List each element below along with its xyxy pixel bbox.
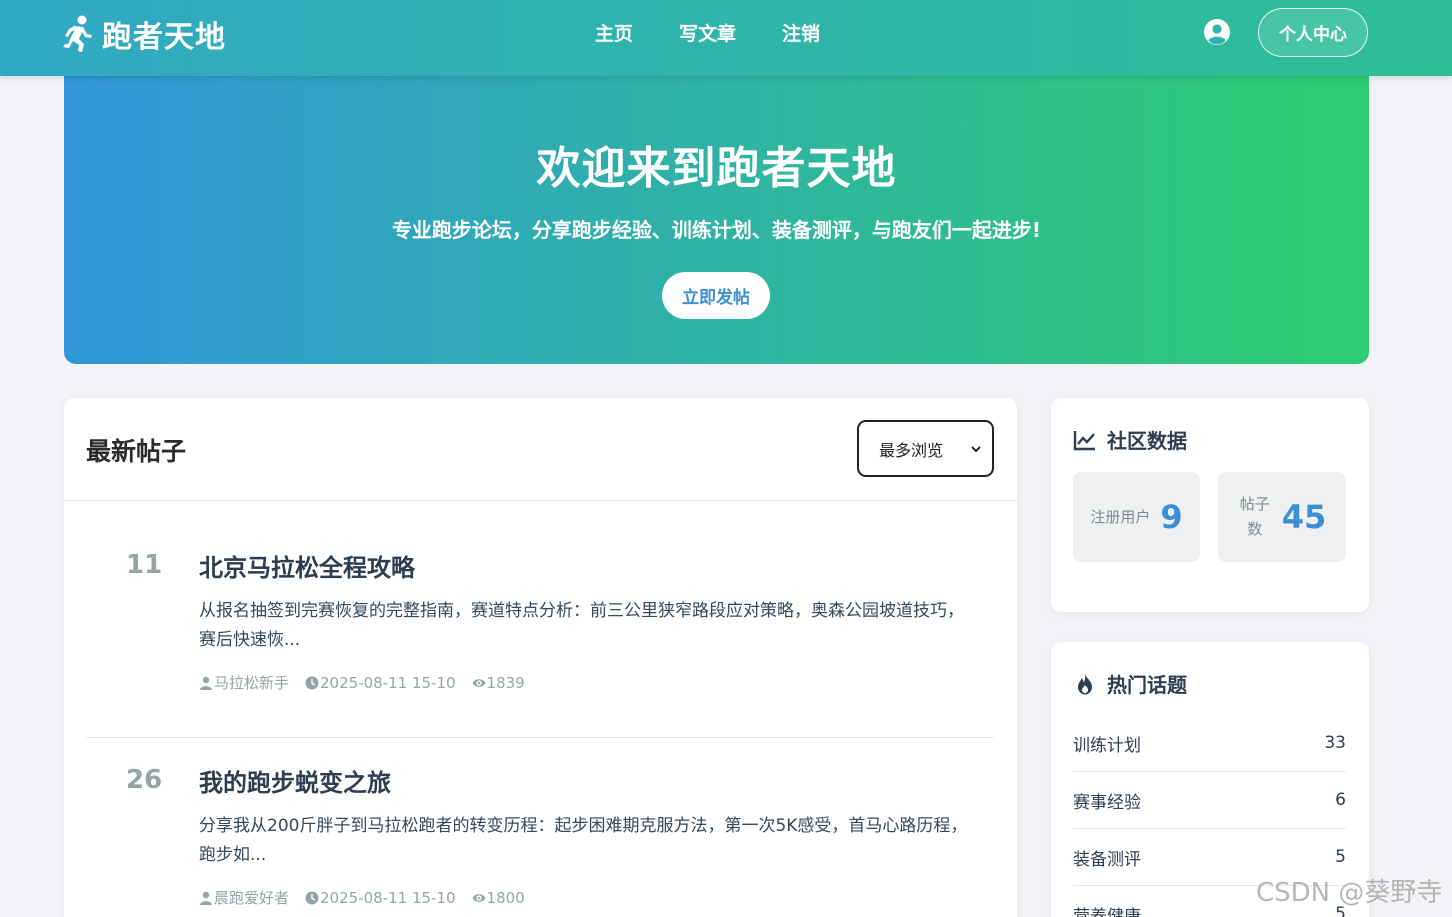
brand-name: 跑者天地 <box>102 20 226 55</box>
stat-value: 45 <box>1281 498 1327 536</box>
new-post-button[interactable]: 立即发帖 <box>662 272 770 319</box>
chart-line-icon <box>1073 430 1095 450</box>
sort-selected-value: 最多浏览 <box>879 440 944 460</box>
post-excerpt: 从报名抽签到完赛恢复的完整指南，赛道特点分析：前三公里狭窄路段应对策略，奥森公园… <box>199 601 964 650</box>
posts-title: 最新帖子 <box>86 437 187 466</box>
runner-icon <box>63 15 92 52</box>
watermark: CSDN @葵野寺 <box>1256 878 1443 908</box>
post-views: 1800 <box>472 887 525 908</box>
post-title-link[interactable]: 我的跑步蜕变之旅 <box>199 763 391 798</box>
post-item[interactable]: 26 我的跑步蜕变之旅 分享我从200斤胖子到马拉松跑者的转变历程：起步困难期克… <box>86 743 994 917</box>
post-author[interactable]: 马拉松新手 <box>199 672 289 693</box>
profile-button[interactable]: 个人中心 <box>1258 8 1368 57</box>
post-meta: 晨跑爱好者 2025-08-11 15-10 1800 <box>199 887 525 908</box>
topic-name: 装备测评 <box>1073 849 1141 870</box>
nav-link-logout[interactable]: 注销 <box>759 20 843 48</box>
stats-title: 社区数据 <box>1073 425 1187 454</box>
nav-link-write[interactable]: 写文章 <box>656 20 759 48</box>
topic-item[interactable]: 训练计划 33 <box>1073 715 1346 772</box>
topic-name: 赛事经验 <box>1073 792 1141 813</box>
post-excerpt: 分享我从200斤胖子到马拉松跑者的转变历程：起步困难期克服方法，第一次5K感受，… <box>199 816 968 865</box>
hero-title: 欢迎来到跑者天地 <box>536 143 897 194</box>
stat-label: 帖子数 <box>1239 495 1270 538</box>
eye-icon <box>472 678 486 687</box>
topic-count: 33 <box>1324 733 1346 753</box>
post-item[interactable]: 11 北京马拉松全程攻略 从报名抽签到完赛恢复的完整指南，赛道特点分析：前三公里… <box>86 528 994 738</box>
post-title-link[interactable]: 北京马拉松全程攻略 <box>199 548 415 583</box>
latest-posts-card: 最新帖子 最多浏览 11 北京马拉松全程攻略 从报名抽签到完赛恢复的完整指南，赛… <box>64 398 1017 917</box>
fire-icon <box>1078 673 1092 694</box>
post-date: 2025-08-11 15-10 <box>305 887 456 908</box>
nav-link-home[interactable]: 主页 <box>572 20 656 48</box>
clock-icon <box>305 891 319 904</box>
community-stats-card: 社区数据 注册用户 9 帖子数 45 <box>1051 398 1369 612</box>
eye-icon <box>472 893 486 902</box>
topic-item[interactable]: 赛事经验 6 <box>1073 772 1346 829</box>
clock-icon <box>305 676 319 689</box>
nav-links: 主页 写文章 注销 <box>572 20 843 48</box>
stat-value: 9 <box>1160 498 1183 536</box>
stat-registered-users: 注册用户 9 <box>1073 472 1200 562</box>
user-avatar-icon[interactable] <box>1203 18 1231 46</box>
topic-name: 营养健康 <box>1073 906 1141 917</box>
hero-banner: 欢迎来到跑者天地 专业跑步论坛，分享跑步经验、训练计划、装备测评，与跑友们一起进… <box>64 76 1369 364</box>
stat-post-count: 帖子数 45 <box>1218 472 1346 562</box>
chevron-down-icon <box>971 445 981 452</box>
topic-count: 5 <box>1335 847 1346 867</box>
post-views: 1839 <box>472 672 525 693</box>
post-meta: 马拉松新手 2025-08-11 15-10 1839 <box>199 672 525 693</box>
topic-name: 训练计划 <box>1073 735 1141 756</box>
topics-title: 热门话题 <box>1073 669 1187 698</box>
user-icon <box>200 891 212 905</box>
post-author[interactable]: 晨跑爱好者 <box>199 887 289 908</box>
user-icon <box>200 676 212 690</box>
stat-label: 注册用户 <box>1090 507 1151 526</box>
post-date: 2025-08-11 15-10 <box>305 672 456 693</box>
hero-subtitle: 专业跑步论坛，分享跑步经验、训练计划、装备测评，与跑友们一起进步! <box>391 218 1042 242</box>
sort-select[interactable]: 最多浏览 <box>857 420 994 477</box>
navbar: 跑者天地 主页 写文章 注销 个人中心 <box>0 0 1452 76</box>
post-rank: 26 <box>126 765 163 795</box>
topic-count: 6 <box>1335 790 1346 810</box>
post-rank: 11 <box>126 550 163 580</box>
brand-logo[interactable]: 跑者天地 <box>60 12 226 56</box>
posts-header: 最新帖子 最多浏览 <box>64 398 1017 501</box>
